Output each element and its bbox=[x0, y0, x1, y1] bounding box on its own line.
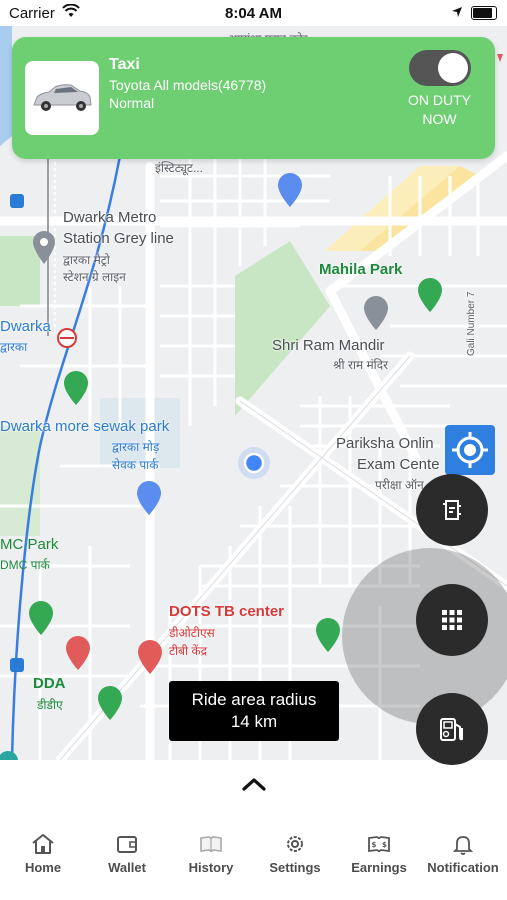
map-label-dots-hi2: टीबी केंद्र bbox=[169, 644, 208, 658]
history-icon bbox=[200, 836, 222, 853]
fuel-fab-button[interactable] bbox=[416, 693, 488, 765]
chevron-up-icon[interactable] bbox=[241, 776, 267, 797]
grid-icon bbox=[442, 610, 462, 630]
clock: 8:04 AM bbox=[225, 5, 282, 22]
map-label-metro-hi2: स्टेशन ग्रे लाइन bbox=[63, 270, 126, 284]
map-label-pariksha-2: Exam Cente bbox=[357, 456, 440, 473]
ride-radius-badge: Ride area radius 14 km bbox=[169, 681, 339, 741]
map-label-pariksha: Pariksha Onlin bbox=[336, 435, 434, 452]
vehicle-type: Taxi bbox=[109, 56, 140, 73]
ride-radius-value: 14 km bbox=[230, 712, 278, 731]
nav-home[interactable]: Home bbox=[1, 826, 85, 875]
map-label-dmc-park: MC Park bbox=[0, 536, 59, 553]
nav-earnings-label: Earnings bbox=[351, 860, 407, 875]
map-label-sewak-hi2: सेवक पार्क bbox=[112, 458, 159, 472]
nav-wallet-label: Wallet bbox=[108, 860, 146, 875]
nav-notification[interactable]: Notification bbox=[421, 826, 505, 875]
nav-home-label: Home bbox=[24, 860, 62, 875]
map-label-dots-hi: डीओटीएस bbox=[169, 626, 215, 640]
bottom-navigation: Home Wallet History Settings $ $ Earning… bbox=[0, 826, 507, 886]
map-label-temple: Shri Ram Mandir bbox=[272, 337, 385, 354]
map-label-dwarka: Dwarka bbox=[0, 318, 51, 335]
on-duty-toggle[interactable] bbox=[409, 50, 471, 86]
map-label-pariksha-hi: परीक्षा ऑन bbox=[375, 478, 424, 492]
nav-wallet[interactable]: Wallet bbox=[85, 826, 169, 875]
document-fab-button[interactable] bbox=[416, 474, 488, 546]
earnings-icon: $ $ bbox=[368, 836, 390, 853]
map-label-dots: DOTS TB center bbox=[169, 603, 285, 620]
location-arrow-icon bbox=[451, 5, 463, 22]
map-label-metro-line: Station Grey line bbox=[63, 230, 174, 247]
ride-radius-label: Ride area radius bbox=[191, 690, 317, 709]
vehicle-category: Normal bbox=[109, 95, 155, 111]
duty-status-line1: ON DUTY bbox=[408, 92, 471, 108]
document-icon bbox=[443, 500, 461, 520]
svg-text:$: $ bbox=[382, 841, 387, 849]
crosshair-icon bbox=[452, 432, 488, 468]
car-image bbox=[25, 61, 99, 135]
duty-status-label: ON DUTY NOW bbox=[392, 91, 487, 129]
map-label-dmc-hi: DMC पार्क bbox=[0, 558, 50, 572]
svg-text:$: $ bbox=[372, 841, 377, 849]
map-label-temple-hi: श्री राम मंदिर bbox=[333, 358, 389, 372]
map-label-sewak-hi: द्वारका मोड़ bbox=[112, 440, 160, 454]
map-label-mahila-park: Mahila Park bbox=[319, 261, 403, 278]
map-label-dwarka-hi: द्वारका bbox=[0, 340, 28, 354]
vehicle-model: Toyota All models(46778) bbox=[109, 77, 267, 93]
nav-earnings[interactable]: $ $ Earnings bbox=[337, 826, 421, 875]
duty-status-line2: NOW bbox=[422, 111, 457, 127]
bell-icon bbox=[452, 836, 474, 855]
map-label-metro-hi: द्वारका मेट्रो bbox=[63, 253, 110, 267]
battery-icon bbox=[471, 6, 497, 20]
settings-icon bbox=[287, 836, 303, 852]
menu-grid-fab-button[interactable] bbox=[416, 584, 488, 656]
nav-history-label: History bbox=[188, 860, 234, 875]
map-label-gali: Gali Number 7 bbox=[466, 291, 477, 356]
vehicle-status-card: Taxi Toyota All models(46778) Normal ON … bbox=[12, 37, 495, 159]
map-label-dda: DDA bbox=[33, 675, 66, 692]
map-label-sewak-park: Dwarka more sewak park bbox=[0, 418, 170, 435]
home-icon bbox=[32, 834, 54, 854]
nav-notification-label: Notification bbox=[427, 860, 499, 875]
map-label-dda-hi: डीडीए bbox=[37, 698, 63, 712]
nav-history[interactable]: History bbox=[169, 826, 253, 875]
status-bar: Carrier 8:04 AM bbox=[0, 0, 507, 26]
nav-settings-label: Settings bbox=[269, 860, 321, 875]
nav-settings[interactable]: Settings bbox=[253, 826, 337, 875]
fuel-pump-icon bbox=[440, 718, 463, 741]
map-label-institute: इंस्टिट्यूट... bbox=[155, 161, 203, 175]
toggle-knob bbox=[438, 53, 468, 83]
recenter-location-button[interactable] bbox=[445, 425, 495, 475]
wallet-icon bbox=[117, 836, 137, 853]
map-label-metro: Dwarka Metro bbox=[63, 209, 157, 226]
